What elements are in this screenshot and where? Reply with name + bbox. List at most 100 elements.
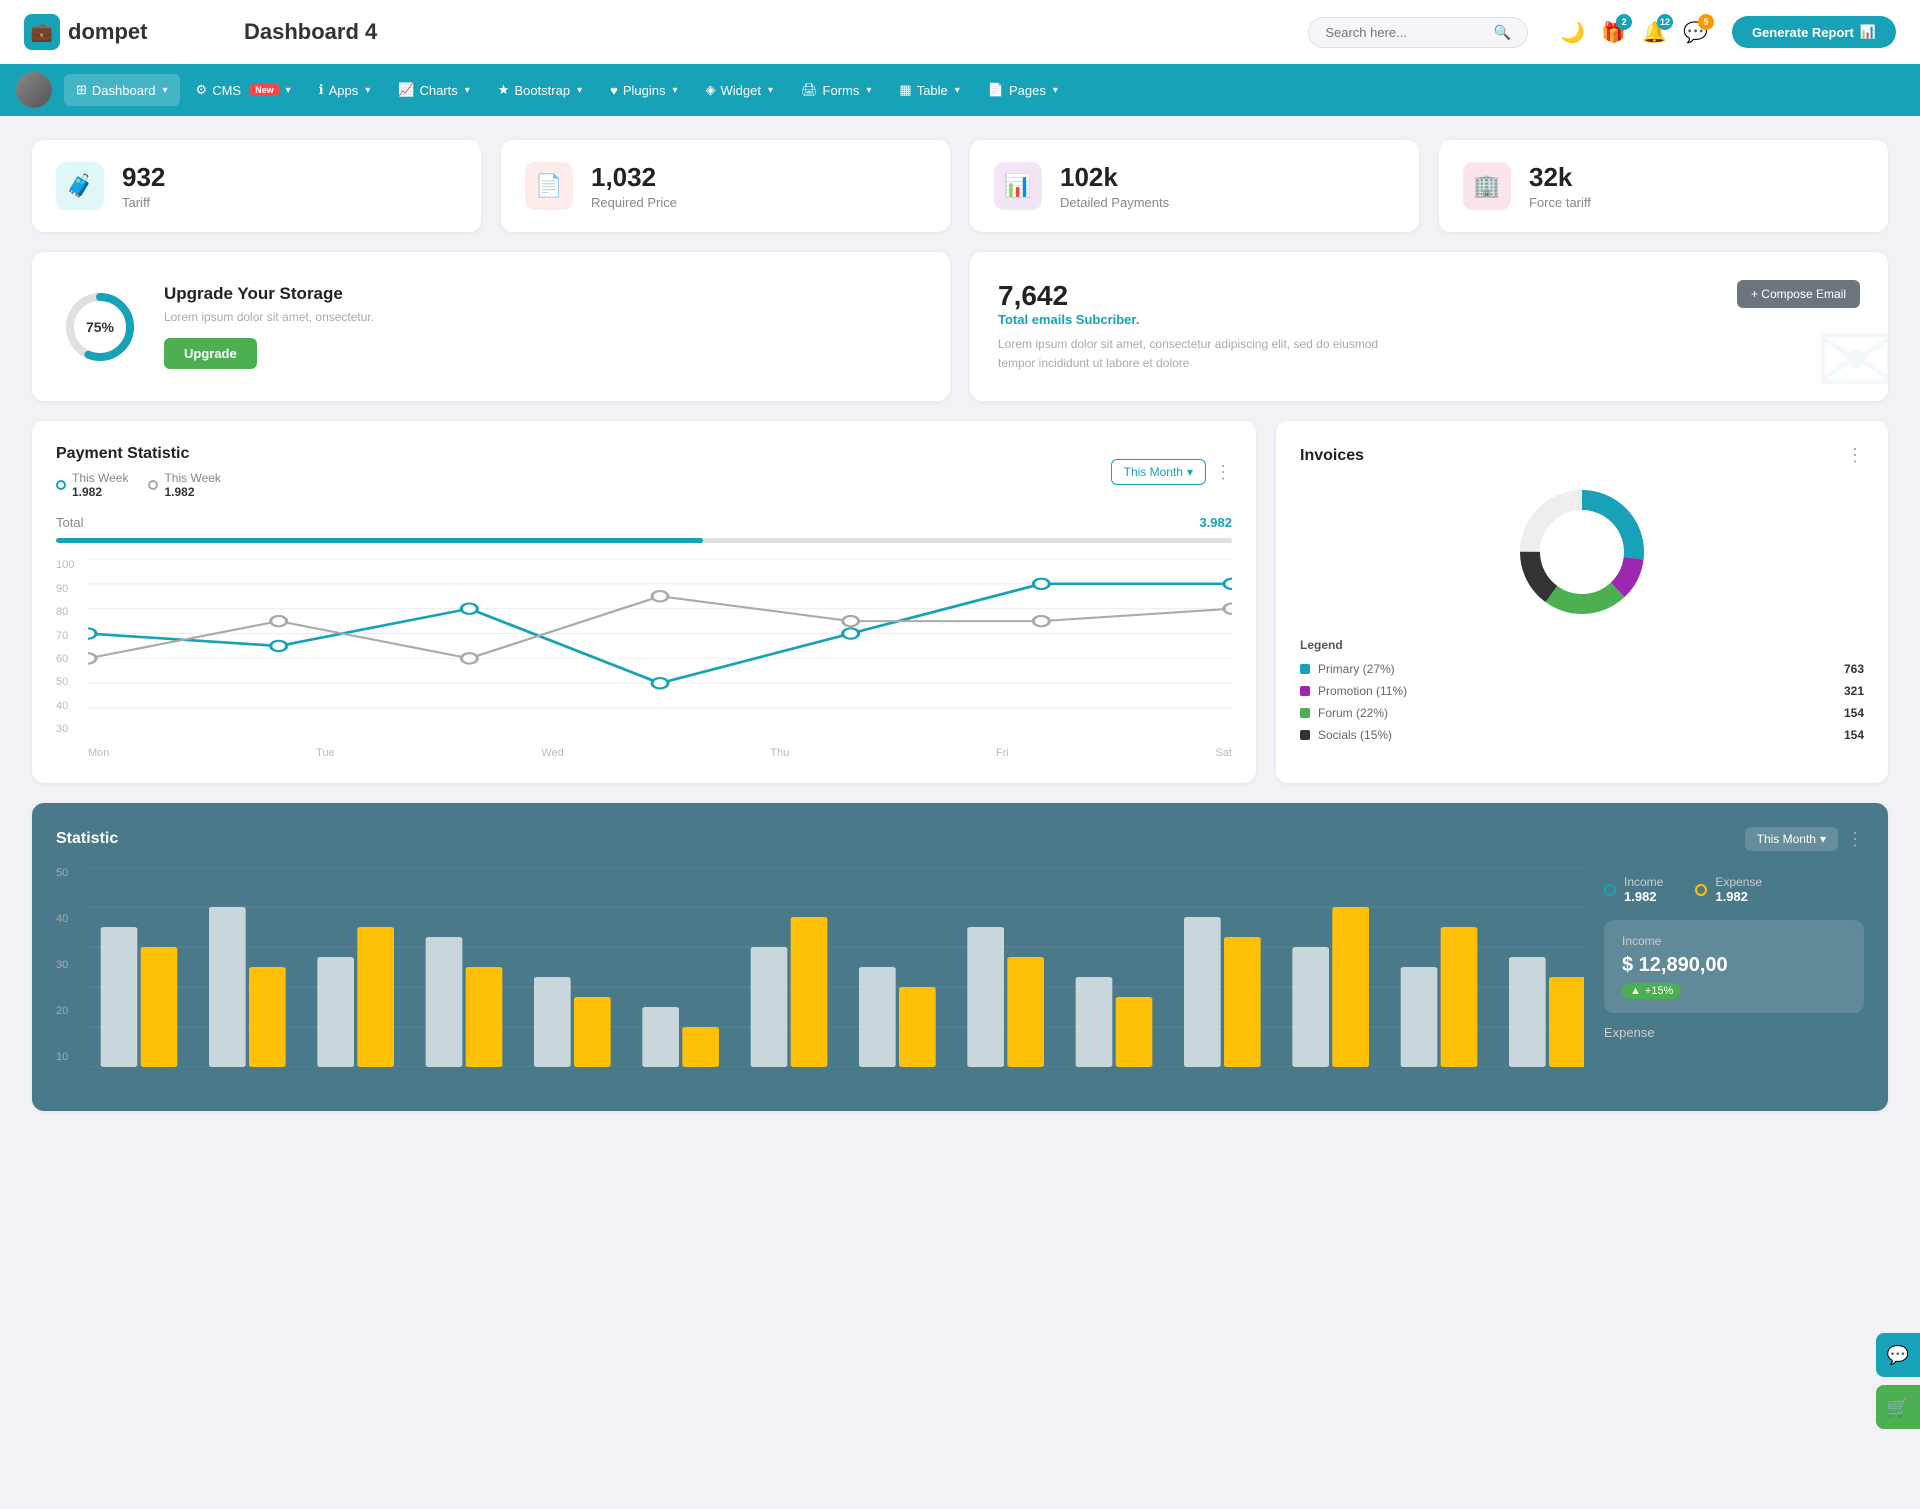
chevron-icon: ▾ [1187, 465, 1193, 479]
charts-nav-icon: 📈 [398, 82, 414, 98]
nav-avatar [16, 72, 52, 108]
this-month-filter-button[interactable]: This Month ▾ [1111, 459, 1206, 485]
chart-header: Payment Statistic This Week 1.982 [56, 445, 1232, 499]
upgrade-button[interactable]: Upgrade [164, 338, 257, 369]
statistic-more-options-icon[interactable]: ⋮ [1846, 829, 1864, 850]
logo-text: dompet [68, 19, 147, 45]
chat-icon-btn[interactable]: 💬 5 [1683, 20, 1708, 45]
total-label: Total [56, 515, 83, 530]
stat-cards-grid: 🧳 932 Tariff 📄 1,032 Required Price 📊 10… [32, 140, 1888, 232]
chart-area: Mon Tue Wed Thu Fri Sat [88, 559, 1232, 759]
forms-nav-icon: 🖨 [801, 82, 818, 98]
line-chart-svg [88, 559, 1232, 735]
chevron-down-icon-cms: ▾ [286, 85, 291, 96]
bar-y-labels: 50 40 30 20 10 [56, 867, 80, 1063]
force-tariff-icon: 🏢 [1463, 162, 1511, 210]
legend-promotion-count: 321 [1844, 684, 1864, 698]
nav-item-dashboard[interactable]: ⊞ Dashboard ▾ [64, 74, 180, 106]
logo-area: 💼 dompet [24, 14, 204, 50]
chevron-down-icon-bootstrap: ▾ [577, 85, 582, 96]
nav-item-cms[interactable]: ⚙ CMS New ▾ [184, 74, 303, 106]
legend-this-week-2: This Week 1.982 [148, 471, 220, 499]
expense-item: Expense 1.982 [1695, 875, 1762, 904]
more-options-icon[interactable]: ⋮ [1214, 462, 1232, 483]
statistic-body: 50 40 30 20 10 [56, 867, 1864, 1087]
nav-item-pages[interactable]: 📄 Pages ▾ [976, 74, 1070, 106]
legend-socials-color [1300, 730, 1310, 740]
bell-badge: 12 [1657, 14, 1673, 30]
required-price-label: Required Price [591, 195, 677, 210]
legend-row-forum: Forum (22%) 154 [1300, 706, 1864, 720]
invoices-more-options-icon[interactable]: ⋮ [1846, 445, 1864, 466]
storage-title: Upgrade Your Storage [164, 284, 374, 304]
statistic-month-filter-button[interactable]: This Month ▾ [1745, 827, 1838, 851]
chevron-down-icon-pages: ▾ [1053, 85, 1058, 96]
legend-title: Legend [1300, 638, 1864, 652]
email-card-top: 7,642 Total emails Subcriber. Lorem ipsu… [998, 280, 1860, 373]
income-value: 1.982 [1624, 889, 1663, 904]
cart-float-button[interactable]: 🛒 [1876, 1385, 1920, 1429]
nav-item-table[interactable]: ▦ Table ▾ [887, 74, 971, 106]
expense-value: 1.982 [1715, 889, 1762, 904]
storage-percent: 75% [86, 319, 114, 335]
nav-item-bootstrap[interactable]: ★ Bootstrap ▾ [486, 74, 594, 106]
storage-info: Upgrade Your Storage Lorem ipsum dolor s… [164, 284, 374, 369]
nav-item-plugins[interactable]: ♥ Plugins ▾ [598, 75, 689, 106]
legend-forum-count: 154 [1844, 706, 1864, 720]
income-panel: Income $ 12,890,00 ▲ +15% [1604, 920, 1864, 1013]
stat-info-price: 1,032 Required Price [591, 162, 677, 210]
support-float-button[interactable]: 💬 [1876, 1333, 1920, 1377]
stat-card-tariff: 🧳 932 Tariff [32, 140, 481, 232]
legend-socials-count: 154 [1844, 728, 1864, 742]
x-axis-labels: Mon Tue Wed Thu Fri Sat [88, 747, 1232, 759]
legend-primary-color [1300, 664, 1310, 674]
tariff-label: Tariff [122, 195, 165, 210]
search-input[interactable] [1325, 25, 1486, 40]
generate-report-button[interactable]: Generate Report 📊 [1732, 16, 1896, 48]
legend-row-primary: Primary (27%) 763 [1300, 662, 1864, 676]
nav-item-apps[interactable]: ℹ Apps ▾ [307, 74, 383, 106]
bar-chart-container: 50 40 30 20 10 [56, 867, 1584, 1087]
total-bar [56, 538, 1232, 543]
apps-nav-icon: ℹ [319, 82, 324, 98]
statistic-right-panel: Income 1.982 Expense 1.982 Income $ [1604, 867, 1864, 1087]
statistic-title: Statistic [56, 830, 118, 848]
search-box[interactable]: 🔍 [1308, 17, 1528, 48]
header-icons: 🌙 🎁 2 🔔 12 💬 5 Generate Report 📊 [1560, 16, 1896, 48]
bar-chart-inner [84, 867, 1584, 1087]
legend-forum-color [1300, 708, 1310, 718]
stat-card-force-tariff: 🏢 32k Force tariff [1439, 140, 1888, 232]
invoices-donut-svg [1512, 482, 1652, 622]
theme-toggle-btn[interactable]: 🌙 [1560, 20, 1585, 45]
stat-card-required-price: 📄 1,032 Required Price [501, 140, 950, 232]
statistic-section: Statistic This Month ▾ ⋮ 50 40 30 20 10 [32, 803, 1888, 1111]
charts-row: Payment Statistic This Week 1.982 [32, 421, 1888, 783]
tariff-value: 932 [122, 162, 165, 193]
nav-item-charts[interactable]: 📈 Charts ▾ [386, 74, 482, 106]
payment-chart-title: Payment Statistic [56, 445, 221, 463]
invoices-title: Invoices [1300, 447, 1364, 465]
income-item: Income 1.982 [1604, 875, 1663, 904]
chart-icon: 📊 [1860, 24, 1876, 40]
nav-item-forms[interactable]: 🖨 Forms ▾ [789, 74, 883, 106]
page-title: Dashboard 4 [204, 19, 1308, 45]
stat-info-force-tariff: 32k Force tariff [1529, 162, 1591, 210]
bell-icon-btn[interactable]: 🔔 12 [1642, 20, 1667, 45]
plugins-nav-icon: ♥ [610, 83, 618, 98]
compose-email-button[interactable]: + Compose Email [1737, 280, 1860, 308]
tariff-icon: 🧳 [56, 162, 104, 210]
legend-dot-teal [56, 480, 66, 490]
statistic-controls: This Month ▾ ⋮ [1745, 827, 1864, 851]
expense-section-label: Expense [1604, 1025, 1864, 1040]
table-nav-icon: ▦ [899, 82, 911, 98]
line-chart-wrap: 100 90 80 70 60 50 40 30 [56, 559, 1232, 759]
force-tariff-label: Force tariff [1529, 195, 1591, 210]
storage-donut: 75% [60, 287, 140, 367]
email-bg-icon: ✉ [1814, 311, 1888, 401]
nav-item-widget[interactable]: ◈ Widget ▾ [694, 74, 786, 106]
legend-promotion-color [1300, 686, 1310, 696]
income-panel-amount: $ 12,890,00 [1622, 954, 1846, 977]
chart-left: Payment Statistic This Week 1.982 [56, 445, 221, 499]
gift-icon-btn[interactable]: 🎁 2 [1601, 20, 1626, 45]
cms-nav-icon: ⚙ [196, 82, 208, 98]
